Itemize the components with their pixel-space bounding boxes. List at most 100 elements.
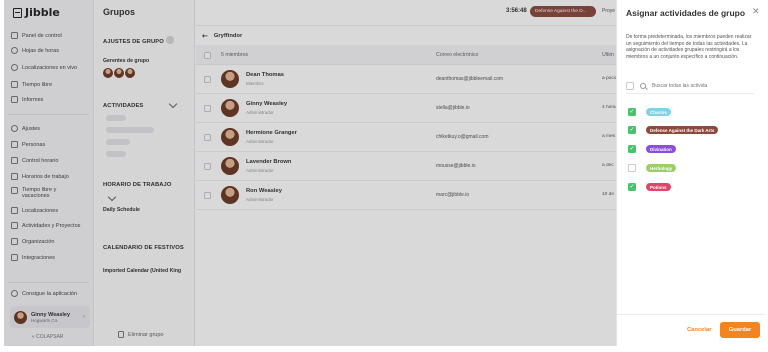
member-name: Ron Weasley [246, 188, 282, 194]
sidebar-item-label: Panel de control [22, 32, 62, 39]
app-window: Jibble Panel de control Hojas de horas L… [0, 0, 768, 352]
member-last-active: a pocos [602, 76, 616, 81]
member-role: Administrador [246, 139, 274, 144]
sidebar-item-live-locations[interactable]: Localizaciones en vivo [11, 64, 77, 71]
current-project-label[interactable]: Proye [602, 8, 616, 14]
dashboard-icon [11, 32, 18, 39]
sidebar-item-vacations[interactable]: Tiempo libre y vacaciones [11, 187, 69, 199]
sidebar-item-timesheets[interactable]: Hojas de horas [11, 47, 59, 54]
sidebar-divider [8, 114, 89, 115]
settings-icon [11, 125, 18, 132]
sidebar-item-label: Ajustes [22, 125, 41, 132]
pin-icon [11, 207, 18, 214]
group-name: Gryffindor [213, 33, 243, 39]
row-checkbox[interactable] [204, 76, 211, 83]
activity-option[interactable]: ✓ Charms [628, 108, 671, 116]
sidebar-item-dashboard[interactable]: Panel de control [11, 32, 62, 39]
work-schedule-heading: HORARIO DE TRABAJO [103, 182, 172, 188]
member-last-active: 10 de [602, 192, 615, 197]
sidebar-item-label: Localizaciones en vivo [22, 64, 78, 71]
group-managers-avatars[interactable] [103, 68, 135, 78]
member-role: Administrador [246, 168, 274, 173]
sidebar: Jibble Panel de control Hojas de horas L… [4, 0, 94, 346]
collapse-sidebar-button[interactable]: « COLAPSAR [32, 334, 63, 340]
timer-icon [11, 157, 18, 164]
member-email: stella@jibble.io [436, 105, 470, 111]
table-row[interactable]: Dean Thomas Miembro deanthomas@jibbleema… [196, 65, 616, 94]
column-header-last-active: Ultim [602, 52, 614, 58]
brand-logo[interactable]: Jibble [13, 6, 60, 19]
activity-search-input[interactable] [652, 82, 752, 89]
activity-tag: Charms [646, 108, 671, 116]
row-checkbox[interactable] [204, 134, 211, 141]
clock-icon [11, 47, 18, 54]
settings-gear-icon[interactable] [166, 36, 174, 44]
sidebar-item-activities-projects[interactable]: Actividades y Proyectos [11, 222, 80, 229]
activity-option[interactable]: ✓ Divination [628, 145, 676, 153]
activities-heading: ACTIVIDADES [103, 103, 144, 109]
member-email: deanthomas@jibbleemail.com [436, 76, 504, 82]
current-activity-chip[interactable]: Defense Against the D... [530, 6, 596, 17]
activity-placeholder [106, 115, 126, 121]
user-profile-card[interactable]: Ginny Weasley Hogwarts Co. › [10, 306, 90, 328]
search-icon [640, 82, 646, 89]
activity-option[interactable]: ✓ Potions [628, 183, 671, 191]
assign-activities-drawer: Asignar actividades de grupo ✕ De forma … [616, 0, 765, 346]
activity-option[interactable]: Herbology [628, 164, 677, 172]
page-title: Grupos [103, 7, 136, 17]
tracking-timer: 3:56:48 [506, 8, 527, 14]
back-to-groups[interactable]: ← Gryffindor [202, 32, 242, 40]
table-row[interactable]: Lavender Brown Administrador mousse@jibb… [196, 152, 616, 181]
activity-checkbox[interactable]: ✓ [628, 183, 636, 191]
delete-group-button[interactable]: Eliminar grupo [118, 331, 163, 338]
avatar [221, 99, 239, 117]
activity-search [626, 80, 754, 94]
member-name: Dean Thomas [246, 72, 285, 78]
sidebar-item-time-off[interactable]: Tiempo libre [11, 81, 52, 88]
sidebar-item-reports[interactable]: Informes [11, 96, 43, 103]
sidebar-item-locations[interactable]: Localizaciones [11, 207, 58, 214]
sidebar-item-label: Hojas de horas [22, 47, 59, 54]
avatar [125, 68, 135, 78]
table-row[interactable]: Ginny Weasley Administrador stella@jibbl… [196, 94, 616, 123]
sidebar-item-people[interactable]: Personas [11, 141, 45, 148]
location-icon [11, 64, 18, 71]
activity-checkbox[interactable]: ✓ [628, 126, 636, 134]
save-button[interactable]: Guardar [720, 322, 760, 338]
activity-checkbox[interactable]: ✓ [628, 145, 636, 153]
sidebar-item-integrations[interactable]: Integraciones [11, 254, 55, 261]
select-all-activities-checkbox[interactable] [626, 81, 634, 90]
activity-placeholder [106, 139, 130, 145]
member-email: mousse@jibble.io [436, 163, 476, 169]
cancel-button[interactable]: Cancelar [687, 327, 712, 333]
member-role: Miembro [246, 81, 264, 86]
row-checkbox[interactable] [204, 192, 211, 199]
group-settings-panel [95, 0, 195, 346]
table-row[interactable]: Hermione Granger Administrador chiketkuy… [196, 123, 616, 152]
activity-checkbox[interactable] [628, 164, 636, 172]
avatar [221, 70, 239, 88]
sidebar-item-label: Personas [22, 141, 46, 148]
activity-checkbox[interactable]: ✓ [628, 108, 636, 116]
sidebar-item-work-schedules[interactable]: Horarios de trabajo [11, 173, 69, 180]
activity-option[interactable]: ✓ Defense Against the Dark Arts [628, 126, 719, 134]
avatar [14, 310, 27, 324]
close-icon[interactable]: ✕ [752, 7, 760, 17]
sidebar-item-settings[interactable]: Ajustes [11, 125, 40, 132]
member-last-active: a mes [602, 134, 616, 139]
row-checkbox[interactable] [204, 105, 211, 112]
get-app-link[interactable]: Consigue la aplicación [11, 290, 77, 297]
activity-tag: Herbology [646, 164, 677, 172]
table-row[interactable]: Ron Weasley Administrador marc@jibble.io… [196, 181, 616, 210]
select-all-checkbox[interactable] [204, 52, 211, 59]
row-checkbox[interactable] [204, 163, 211, 170]
column-header-email: Correo electrónico [436, 52, 479, 58]
group-managers-label: Gerentes de grupo [103, 58, 150, 64]
logo-icon [13, 7, 22, 18]
sidebar-item-time-tracking[interactable]: Control horario [11, 157, 58, 164]
sidebar-item-organization[interactable]: Organización [11, 238, 54, 245]
drawer-footer-divider [617, 314, 765, 315]
avatar [103, 68, 113, 78]
work-schedule-value: Daily Schedule [103, 207, 140, 213]
member-name: Ginny Weasley [246, 101, 288, 107]
